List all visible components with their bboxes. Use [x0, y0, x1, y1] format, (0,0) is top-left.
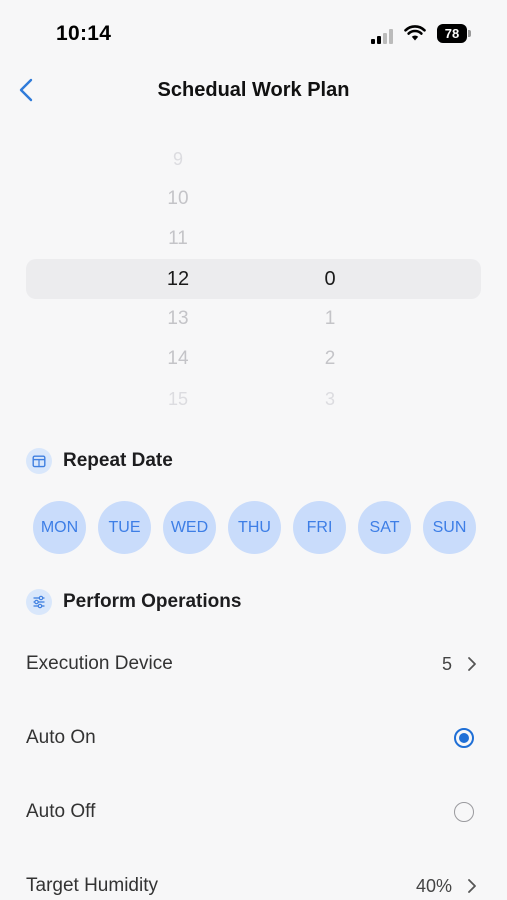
day-chip-sun[interactable]: SUN: [423, 501, 476, 554]
hour-option[interactable]: 15: [138, 379, 218, 419]
page-title: Schedual Work Plan: [157, 79, 350, 101]
target-humidity-row[interactable]: Target Humidity 40%: [26, 866, 478, 900]
wifi-icon: [404, 25, 426, 41]
chevron-right-icon: [468, 879, 476, 893]
day-chip-tue[interactable]: TUE: [98, 501, 151, 554]
day-chip-mon[interactable]: MON: [33, 501, 86, 554]
hour-option[interactable]: 13: [138, 299, 218, 339]
hour-option-selected[interactable]: 12: [138, 259, 218, 299]
execution-device-label: Execution Device: [26, 653, 173, 674]
hour-column[interactable]: 9 10 11 12 13 14 15: [138, 140, 218, 416]
minute-option[interactable]: 3: [290, 379, 370, 419]
execution-device-count: 5: [441, 653, 452, 674]
minute-option[interactable]: 1: [290, 299, 370, 339]
chevron-right-icon: [468, 657, 476, 671]
target-humidity-value: 40%: [415, 875, 452, 896]
nav-bar: Schedual Work Plan: [0, 60, 507, 120]
weekday-selector: MON TUE WED THU FRI SAT SUN: [33, 501, 478, 555]
execution-device-row[interactable]: Execution Device 5: [26, 644, 478, 684]
picker-selection-highlight: [26, 259, 481, 299]
status-bar: 10:14 78: [0, 0, 507, 60]
sliders-icon: [26, 589, 52, 615]
cellular-signal-icon: [371, 28, 397, 44]
target-humidity-label: Target Humidity: [26, 875, 158, 896]
auto-on-label: Auto On: [26, 727, 96, 748]
auto-off-label: Auto Off: [26, 801, 96, 822]
hour-option[interactable]: 10: [138, 179, 218, 219]
day-chip-fri[interactable]: FRI: [293, 501, 346, 554]
day-chip-wed[interactable]: WED: [163, 501, 216, 554]
day-chip-thu[interactable]: THU: [228, 501, 281, 554]
day-chip-sat[interactable]: SAT: [358, 501, 411, 554]
hour-option[interactable]: 9: [138, 139, 218, 179]
status-time: 10:14: [56, 22, 112, 45]
calendar-icon: [26, 448, 52, 474]
repeat-date-title: Repeat Date: [63, 450, 173, 471]
repeat-date-heading: Repeat Date: [26, 446, 173, 476]
auto-on-row[interactable]: Auto On: [26, 718, 478, 758]
minute-option[interactable]: 2: [290, 339, 370, 379]
hour-option[interactable]: 11: [138, 219, 218, 259]
auto-off-radio[interactable]: [454, 802, 474, 822]
auto-off-row[interactable]: Auto Off: [26, 792, 478, 832]
hour-option[interactable]: 14: [138, 339, 218, 379]
perform-operations-heading: Perform Operations: [26, 587, 241, 617]
battery-icon: 78: [437, 24, 471, 43]
perform-operations-title: Perform Operations: [63, 591, 242, 612]
time-picker[interactable]: 9 10 11 12 13 14 15 0 1 2 3: [0, 140, 507, 416]
minute-option-selected[interactable]: 0: [290, 259, 370, 299]
minute-column[interactable]: 0 1 2 3: [290, 140, 370, 416]
auto-on-radio[interactable]: [454, 728, 474, 748]
battery-level: 78: [437, 24, 467, 43]
